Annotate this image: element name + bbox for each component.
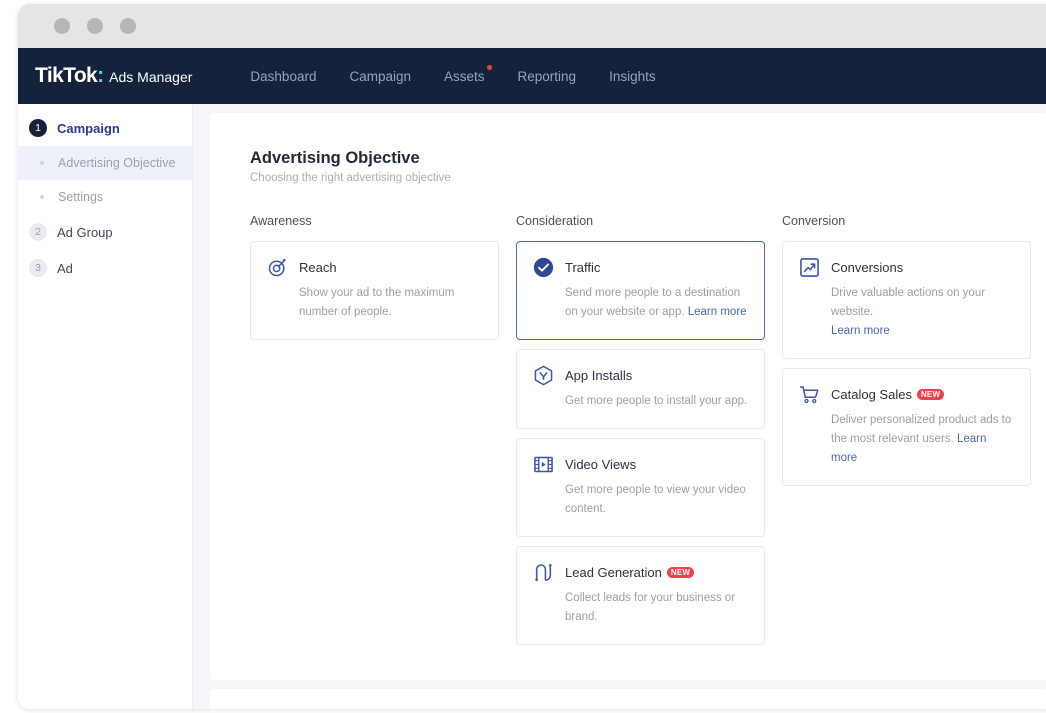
card-title: Reach: [299, 260, 337, 275]
card-header: Reach: [267, 257, 482, 278]
card-description-text: Get more people to install your app.: [565, 395, 748, 407]
card-title: Lead Generation NEW: [565, 565, 695, 580]
card-title: App Installs: [565, 368, 633, 383]
bullet-icon: [40, 161, 44, 165]
close-window-button[interactable]: [54, 18, 70, 34]
learn-more-link[interactable]: Learn more: [688, 306, 747, 318]
column-heading: Consideration: [516, 214, 594, 228]
card-description: Collect leads for your business or brand…: [565, 589, 748, 627]
minimize-window-button[interactable]: [87, 18, 103, 34]
card-description-text: Drive valuable actions on your website.: [831, 287, 986, 318]
card-description: Show your ad to the maximum number of pe…: [299, 284, 482, 322]
step-badge: 2: [29, 223, 47, 241]
nav-link-dashboard[interactable]: Dashboard: [250, 69, 316, 84]
card-description-text: Collect leads for your business or brand…: [565, 592, 736, 623]
column-heading: Conversion: [782, 214, 846, 228]
step-badge: 3: [29, 259, 47, 277]
sidebar-step-label: Campaign: [57, 120, 120, 136]
magnet-icon: [535, 564, 552, 581]
target-icon: [268, 258, 286, 277]
brand-logo[interactable]: TikTok: Ads Manager: [35, 64, 192, 88]
trend-up-square-icon: [800, 258, 819, 277]
app-install-icon: [534, 365, 553, 386]
window-titlebar: [18, 4, 1046, 48]
objective-card-reach[interactable]: Reach Show your ad to the maximum number…: [250, 241, 499, 340]
objective-card-conversions[interactable]: Conversions Drive valuable actions on yo…: [782, 241, 1031, 359]
card-header: Catalog Sales NEW: [799, 384, 1014, 405]
film-play-icon: [534, 456, 553, 473]
nav-link-label: Dashboard: [250, 68, 317, 84]
card-title-text: Catalog Sales: [831, 387, 912, 402]
sidebar-item-label: Advertising Objective: [58, 156, 176, 170]
sidebar-step-label: Ad Group: [57, 224, 113, 240]
sidebar-step-campaign[interactable]: 1 Campaign: [18, 110, 192, 146]
nav-link-label: Campaign: [349, 68, 412, 84]
notification-dot-icon: [486, 64, 492, 70]
column-consideration: Consideration Traffic Send more people t…: [516, 214, 765, 654]
nav-link-label: Insights: [609, 68, 656, 84]
sidebar-step-label: Ad: [57, 260, 73, 276]
objective-card-lead-generation[interactable]: Lead Generation NEW Collect leads for you…: [516, 546, 765, 645]
card-header: Lead Generation NEW: [533, 562, 748, 583]
sidebar-item-label: Settings: [58, 190, 104, 204]
step-badge: 1: [29, 119, 47, 137]
check-circle-icon: [533, 257, 554, 278]
column-conversion: Conversion Conversions Drive valuable ac…: [782, 214, 1031, 654]
card-title-text: Lead Generation: [565, 565, 662, 580]
objective-card-app-installs[interactable]: App Installs Get more people to install …: [516, 349, 765, 429]
bullet-icon: [40, 195, 44, 199]
sidebar-item-advertising-objective[interactable]: Advertising Objective: [18, 146, 192, 180]
nav-links: Dashboard Campaign Assets Reporting Insi…: [250, 64, 656, 84]
sidebar-item-settings[interactable]: Settings: [18, 180, 192, 214]
nav-link-campaign[interactable]: Campaign: [349, 69, 411, 84]
card-title: Conversions: [831, 260, 904, 275]
sidebar-step-ad[interactable]: 3 Ad: [18, 250, 192, 286]
card-description: Get more people to install your app.: [565, 392, 748, 411]
brand-colon: :: [97, 64, 105, 87]
column-awareness: Awareness Reach Show your ad to the maxi…: [250, 214, 499, 654]
objective-card-traffic[interactable]: Traffic Send more people to a destinatio…: [516, 241, 765, 340]
card-header: Video Views: [533, 454, 748, 475]
card-title: Traffic: [565, 260, 601, 275]
column-heading: Awareness: [250, 214, 312, 228]
objective-card-catalog-sales[interactable]: Catalog Sales NEW Deliver personalized pr…: [782, 368, 1031, 486]
card-title: Video Views: [565, 457, 637, 472]
app-body: 1 Campaign Advertising Objective Setting…: [18, 104, 1046, 709]
maximize-window-button[interactable]: [120, 18, 136, 34]
objective-card-video-views[interactable]: Video Views Get more people to view your…: [516, 438, 765, 537]
new-badge: NEW: [916, 388, 945, 400]
card-header: App Installs: [533, 365, 748, 386]
sidebar-step-ad-group[interactable]: 2 Ad Group: [18, 214, 192, 250]
brand-name: TikTok: [35, 64, 98, 87]
objective-columns: Awareness Reach Show your ad to the maxi…: [250, 214, 1046, 654]
brand-suffix: Ads Manager: [109, 69, 193, 85]
card-description-text: Show your ad to the maximum number of pe…: [299, 287, 455, 318]
nav-link-assets[interactable]: Assets: [444, 64, 492, 84]
nav-link-insights[interactable]: Insights: [609, 69, 656, 84]
next-panel-partial: [210, 689, 1046, 709]
card-description: Get more people to view your video conte…: [565, 481, 748, 519]
card-title: Catalog Sales NEW: [831, 387, 945, 402]
shopping-cart-icon: [799, 386, 819, 404]
nav-link-label: Assets: [444, 68, 485, 84]
advertising-objective-panel: Advertising Objective Choosing the right…: [210, 113, 1046, 680]
card-description: Deliver personalized product ads to the …: [831, 411, 1014, 468]
card-header: Traffic: [533, 257, 748, 278]
nav-link-reporting[interactable]: Reporting: [518, 69, 577, 84]
browser-window: TikTok: Ads Manager Dashboard Campaign A…: [18, 4, 1046, 709]
page-subtitle: Choosing the right advertising objective: [250, 172, 451, 184]
card-description: Drive valuable actions on your website. …: [831, 284, 1014, 341]
top-navigation-bar: TikTok: Ads Manager Dashboard Campaign A…: [18, 48, 1046, 104]
card-header: Conversions: [799, 257, 1014, 278]
sidebar: 1 Campaign Advertising Objective Setting…: [18, 104, 193, 709]
card-description-text: Get more people to view your video conte…: [565, 484, 746, 515]
learn-more-link[interactable]: Learn more: [831, 322, 1014, 341]
new-badge: NEW: [666, 566, 695, 578]
card-description: Send more people to a destination on you…: [565, 284, 748, 322]
main-content: Advertising Objective Choosing the right…: [193, 104, 1046, 709]
nav-link-label: Reporting: [517, 68, 577, 84]
page-title: Advertising Objective: [250, 149, 420, 167]
